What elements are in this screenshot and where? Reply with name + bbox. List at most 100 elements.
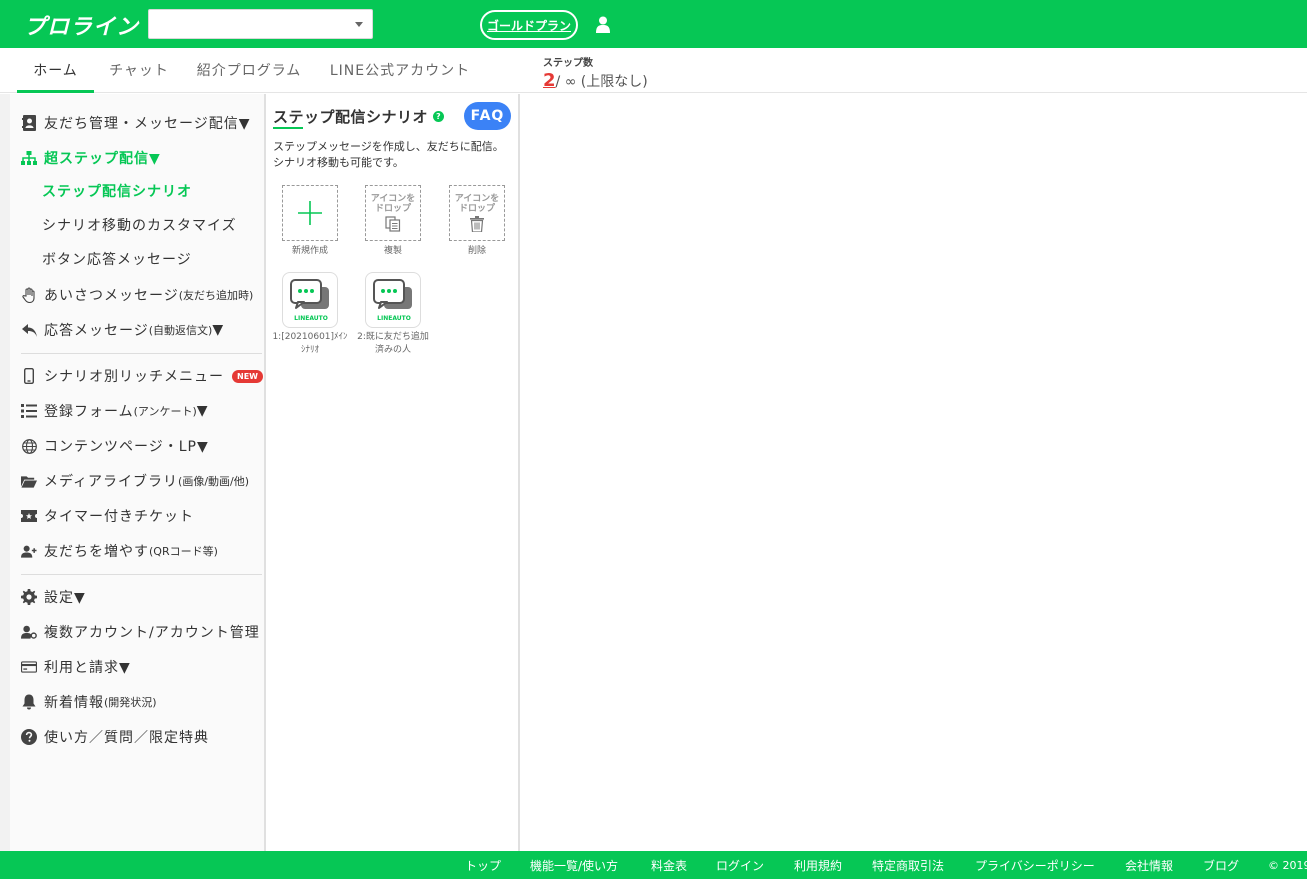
sidebar-item-settings[interactable]: 設定▼ xyxy=(21,585,86,609)
scenario-card[interactable]: LINEAUTO xyxy=(282,272,338,328)
folder-open-icon xyxy=(21,473,37,489)
sidebar-item-howto[interactable]: 使い方／質問／限定特典 xyxy=(21,725,209,749)
app-logo[interactable]: プロライン xyxy=(24,9,139,41)
tab-line-official[interactable]: LINE公式アカウント xyxy=(322,48,478,92)
copy-drop-tile[interactable]: アイコンをドロップ xyxy=(365,185,421,241)
sidebar-item-label: 超ステップ配信▼ xyxy=(44,151,161,167)
footer: トップ 機能一覧/使い方 料金表 ログイン 利用規約 特定商取引法 プライバシー… xyxy=(0,851,1307,879)
scenario-caption: 1:[20210601]ﾒｲﾝｼﾅﾘｵ xyxy=(272,332,348,355)
globe-icon xyxy=(21,438,37,454)
sidebar-item-greeting[interactable]: あいさつメッセージ (友だち追加時) xyxy=(21,283,253,307)
top-bar: プロライン ゴールドプラン xyxy=(0,0,1307,48)
active-tab-indicator xyxy=(17,90,94,93)
sidebar-item-note: (開発状況) xyxy=(104,696,157,709)
panel-title: ステップ配信シナリオ ? xyxy=(273,106,445,127)
sidebar-item-rich-menu[interactable]: シナリオ別リッチメニュー NEW xyxy=(21,364,263,388)
account-select[interactable] xyxy=(148,9,373,39)
sitemap-icon xyxy=(21,150,37,166)
sidebar-item-media[interactable]: メディアライブラリ (画像/動画/他) xyxy=(21,469,249,493)
delete-drop-tile[interactable]: アイコンをドロップ xyxy=(449,185,505,241)
plan-button[interactable]: ゴールドプラン xyxy=(480,10,578,40)
user-icon[interactable] xyxy=(596,16,610,33)
new-badge: NEW xyxy=(232,369,263,383)
sidebar-item-multi-account[interactable]: 複数アカウント/アカウント管理 xyxy=(21,620,260,644)
sidebar-item-auto-reply[interactable]: 応答メッセージ (自動返信文) ▼ xyxy=(21,318,224,342)
dropdown-arrow: ▼ xyxy=(196,403,209,419)
sidebar-item-label: あいさつメッセージ xyxy=(44,288,179,304)
step-count-current[interactable]: 2 xyxy=(543,70,556,91)
sidebar-item-label: メディアライブラリ xyxy=(44,474,179,490)
address-book-icon xyxy=(21,115,37,131)
gear-icon xyxy=(21,589,37,605)
chevron-down-icon xyxy=(355,22,363,27)
scenario-panel: ステップ配信シナリオ ? FAQ ステップメッセージを作成し、友だちに配信。シナ… xyxy=(266,94,520,851)
new-scenario-tile[interactable] xyxy=(282,185,338,241)
drop-hint: アイコンをドロップ xyxy=(454,194,500,214)
footer-link-terms[interactable]: 利用規約 xyxy=(794,851,842,879)
sidebar-subitem-step-scenario[interactable]: ステップ配信シナリオ xyxy=(42,179,192,203)
footer-link-pricing[interactable]: 料金表 xyxy=(651,851,687,879)
footer-copyright: © 2019 xyxy=(1268,858,1307,872)
sidebar-item-note: (画像/動画/他) xyxy=(178,475,250,488)
sidebar-item-billing[interactable]: 利用と請求▼ xyxy=(21,655,131,679)
sidebar: 友だち管理・メッセージ配信▼ 超ステップ配信▼ ステップ配信シナリオ シナリオ移… xyxy=(0,94,266,851)
step-count: ステップ数 2/ ∞ (上限なし) xyxy=(543,54,648,91)
scenario-caption: 2:既に友だち追加済みの人 xyxy=(357,332,429,355)
sidebar-item-label: 友だちを増やす xyxy=(44,544,149,560)
sidebar-item-news[interactable]: 新着情報 (開発状況) xyxy=(21,690,157,714)
sidebar-subitem-scenario-move[interactable]: シナリオ移動のカスタマイズ xyxy=(42,213,237,237)
sidebar-item-label: タイマー付きチケット xyxy=(44,509,194,525)
credit-card-icon xyxy=(21,659,37,675)
scenario-brand: LINEAUTO xyxy=(377,315,411,322)
hand-icon xyxy=(21,287,37,303)
tile-caption: 削除 xyxy=(467,246,486,256)
sidebar-item-form[interactable]: 登録フォーム (アンケート) ▼ xyxy=(21,399,209,423)
footer-link-privacy[interactable]: プライバシーポリシー xyxy=(975,851,1095,879)
sidebar-divider xyxy=(21,353,262,354)
step-count-label: ステップ数 xyxy=(543,58,593,69)
sidebar-item-label: 友だち管理・メッセージ配信▼ xyxy=(44,116,251,132)
footer-link-blog[interactable]: ブログ xyxy=(1203,851,1239,879)
sidebar-item-friends[interactable]: 友だち管理・メッセージ配信▼ xyxy=(21,111,251,135)
footer-link-top[interactable]: トップ xyxy=(465,851,501,879)
panel-title-text: ステップ配信シナリオ xyxy=(273,108,429,126)
sidebar-item-label: 登録フォーム xyxy=(44,404,134,420)
title-underline xyxy=(273,127,303,129)
sidebar-item-label: 複数アカウント/アカウント管理 xyxy=(44,625,260,641)
list-icon xyxy=(21,403,37,419)
sidebar-item-note: (アンケート) xyxy=(133,405,197,418)
sidebar-item-label: 応答メッセージ xyxy=(44,323,149,339)
dropdown-arrow: ▼ xyxy=(212,322,225,338)
faq-button[interactable]: FAQ xyxy=(464,102,511,130)
sidebar-item-note: (QRコード等) xyxy=(149,545,218,558)
help-icon[interactable]: ? xyxy=(433,111,445,122)
footer-link-commerce-law[interactable]: 特定商取引法 xyxy=(872,851,944,879)
footer-link-login[interactable]: ログイン xyxy=(716,851,764,879)
sidebar-item-note: (自動返信文) xyxy=(148,324,213,337)
sidebar-item-grow-friends[interactable]: 友だちを増やす (QRコード等) xyxy=(21,539,218,563)
smartphone-icon xyxy=(21,368,37,384)
tab-chat[interactable]: チャット xyxy=(100,48,178,92)
drop-hint: アイコンをドロップ xyxy=(370,194,416,214)
tab-referral[interactable]: 紹介プログラム xyxy=(190,48,308,92)
sidebar-item-super-step[interactable]: 超ステップ配信▼ xyxy=(21,146,161,170)
plus-icon xyxy=(298,201,322,225)
sidebar-item-contents[interactable]: コンテンツページ・LP▼ xyxy=(21,434,209,458)
sidebar-item-label: 新着情報 xyxy=(44,695,104,711)
copy-icon xyxy=(385,216,401,232)
tab-home[interactable]: ホーム xyxy=(17,48,94,92)
user-plus-icon xyxy=(21,543,37,559)
scenario-card[interactable]: LINEAUTO xyxy=(365,272,421,328)
footer-link-features[interactable]: 機能一覧/使い方 xyxy=(530,851,618,879)
bell-icon xyxy=(21,694,37,710)
reply-icon xyxy=(21,322,37,338)
sidebar-item-label: 使い方／質問／限定特典 xyxy=(44,730,209,746)
sidebar-item-ticket[interactable]: タイマー付きチケット xyxy=(21,504,194,528)
scenario-brand: LINEAUTO xyxy=(294,315,328,322)
footer-link-company[interactable]: 会社情報 xyxy=(1125,851,1173,879)
panel-description: ステップメッセージを作成し、友だちに配信。シナリオ移動も可能です。 xyxy=(273,140,504,169)
sidebar-subitem-button-reply[interactable]: ボタン応答メッセージ xyxy=(42,247,192,271)
question-circle-icon xyxy=(21,729,37,745)
sidebar-divider xyxy=(21,574,262,575)
sidebar-item-label: コンテンツページ・LP▼ xyxy=(44,439,209,455)
